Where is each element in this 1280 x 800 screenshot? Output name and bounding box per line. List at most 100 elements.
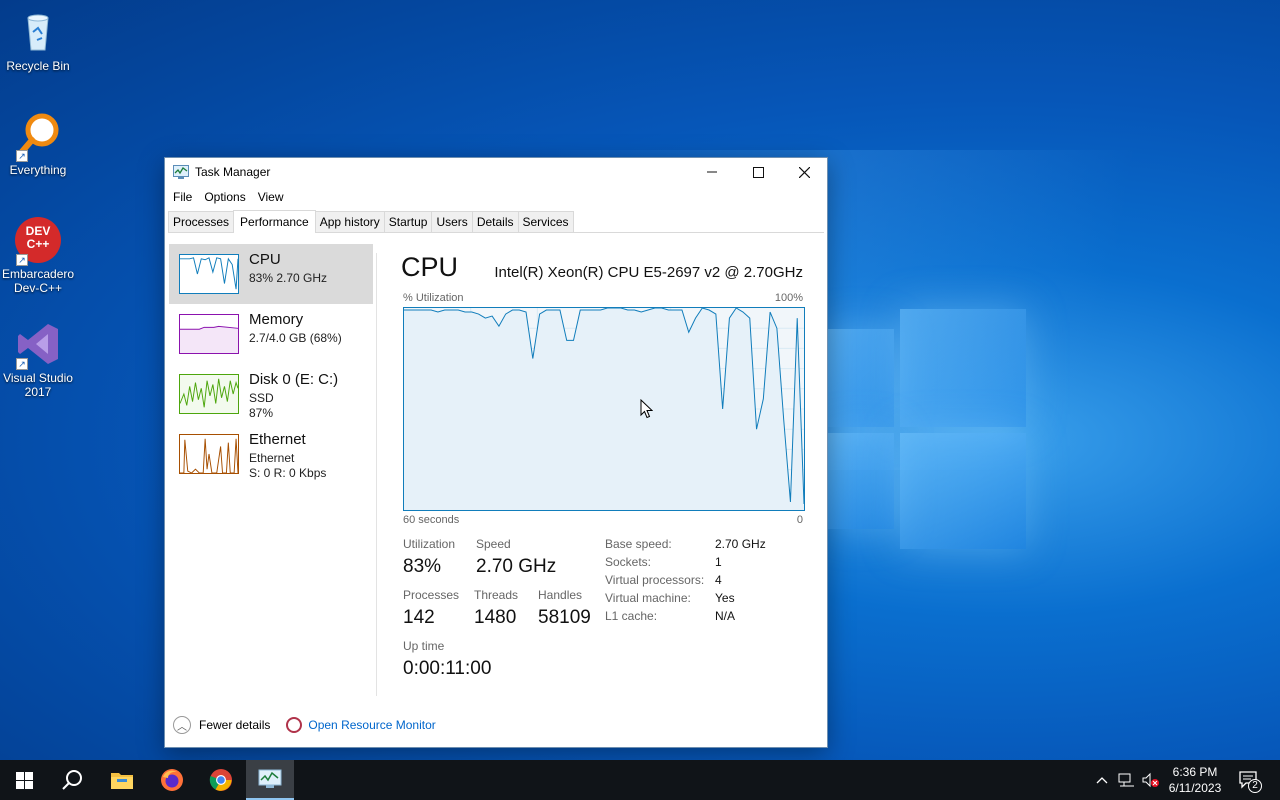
sockets-value: 1: [715, 555, 722, 569]
speed-value: 2.70 GHz: [476, 556, 557, 577]
task-manager-icon: [258, 769, 282, 788]
tab-services[interactable]: Services: [517, 211, 574, 232]
menu-options[interactable]: Options: [200, 190, 249, 204]
virtual-machine-value: Yes: [715, 591, 735, 605]
page-title: CPU: [401, 252, 459, 282]
graph-time-label: 60 seconds: [403, 514, 460, 526]
desktop-icon-label: Embarcadero Dev-C++: [2, 267, 75, 295]
tab-users[interactable]: Users: [431, 211, 473, 232]
desktop-icon-label: Recycle Bin: [6, 59, 70, 73]
memory-thumbnail-graph: [179, 314, 239, 354]
close-button[interactable]: [781, 158, 827, 186]
sidebar-item-detail: 87%: [249, 406, 274, 420]
sidebar-item-ethernet[interactable]: Ethernet Ethernet S: 0 R: 0 Kbps: [169, 424, 373, 484]
sidebar-item-detail: 2.7/4.0 GB (68%): [249, 331, 342, 345]
tab-app-history[interactable]: App history: [314, 211, 385, 232]
chevron-up-icon[interactable]: ︿: [173, 716, 191, 734]
cpu-usage-area: [404, 308, 804, 510]
chevron-up-icon: [1096, 777, 1108, 784]
sidebar-item-title: Ethernet: [249, 431, 306, 448]
resource-monitor-icon: [286, 717, 303, 733]
virtual-processors-label: Virtual processors:: [605, 573, 705, 587]
sidebar-item-cpu[interactable]: CPU 83% 2.70 GHz: [169, 244, 373, 304]
window-title: Task Manager: [195, 165, 271, 179]
taskbar-file-explorer[interactable]: [98, 760, 146, 800]
tab-strip: Processes Performance App history Startu…: [168, 210, 824, 233]
windows-start-icon: [15, 771, 33, 789]
shortcut-arrow-icon: ↗: [16, 358, 28, 370]
processes-label: Processes: [403, 588, 460, 602]
devcpp-icon: DEV C++ ↗: [14, 216, 62, 266]
tab-performance[interactable]: Performance: [233, 210, 316, 233]
search-button[interactable]: [48, 760, 96, 800]
network-tray-button[interactable]: [1116, 760, 1138, 800]
visual-studio-icon: ↗: [14, 320, 62, 370]
taskbar-chrome[interactable]: [197, 760, 245, 800]
desktop-icon-everything[interactable]: ↗ Everything: [2, 112, 74, 177]
sidebar-item-disk[interactable]: Disk 0 (E: C:) SSD 87%: [169, 364, 373, 424]
mouse-cursor-icon: [640, 399, 653, 419]
sidebar-item-memory[interactable]: Memory 2.7/4.0 GB (68%): [169, 304, 373, 364]
desktop-icon-devcpp[interactable]: DEV C++ ↗ Embarcadero Dev-C++: [2, 216, 74, 295]
desktop-icon-visual-studio[interactable]: ↗ Visual Studio 2017: [2, 320, 74, 399]
chrome-icon: [209, 769, 232, 791]
tab-processes[interactable]: Processes: [168, 211, 235, 232]
file-explorer-icon: [111, 773, 133, 789]
taskbar: 6:36 PM 6/11/2023 2: [0, 760, 1280, 800]
search-icon: [62, 770, 82, 790]
volume-muted-icon: [1142, 772, 1159, 788]
window-footer: ︿ Fewer details Open Resource Monitor: [173, 715, 436, 735]
tab-details[interactable]: Details: [471, 211, 519, 232]
graph-max-label: 100%: [774, 292, 803, 304]
handles-label: Handles: [538, 588, 583, 602]
shortcut-arrow-icon: ↗: [16, 150, 28, 162]
desktop-icon-label: Visual Studio 2017: [3, 371, 73, 399]
uptime-label: Up time: [403, 639, 445, 653]
ethernet-thumbnail-graph: [179, 434, 239, 474]
show-hidden-icons-button[interactable]: [1092, 760, 1112, 800]
everything-search-icon: ↗: [14, 112, 62, 162]
menu-view[interactable]: View: [254, 190, 288, 204]
start-button[interactable]: [0, 760, 48, 800]
task-manager-window: Task Manager File Options View Processes…: [164, 157, 828, 748]
handles-value: 58109: [538, 607, 591, 628]
cpu-thumbnail-graph: [179, 254, 239, 294]
l1-cache-label: L1 cache:: [605, 609, 658, 623]
notification-count: 2: [1248, 779, 1262, 793]
clock-time: 6:36 PM: [1172, 765, 1218, 779]
devcpp-badge-text: DEV C++: [25, 224, 51, 251]
taskbar-firefox[interactable]: [148, 760, 196, 800]
recycle-bin-icon: [14, 8, 62, 56]
sockets-label: Sockets:: [605, 555, 652, 569]
open-resource-monitor-link[interactable]: Open Resource Monitor: [308, 718, 435, 732]
desktop-icon-label: Everything: [9, 163, 67, 177]
menu-file[interactable]: File: [169, 190, 196, 204]
utilization-label: Utilization: [403, 537, 456, 551]
taskbar-clock[interactable]: 6:36 PM 6/11/2023: [1164, 764, 1226, 796]
base-speed-value: 2.70 GHz: [715, 537, 766, 551]
base-speed-label: Base speed:: [605, 537, 672, 551]
fewer-details-button[interactable]: Fewer details: [199, 718, 270, 732]
task-manager-icon: [173, 165, 189, 179]
disk-thumbnail-graph: [179, 374, 239, 414]
graph-time-end-label: 0: [796, 514, 803, 526]
maximize-button[interactable]: [735, 158, 781, 186]
sidebar-item-detail: Ethernet: [249, 451, 295, 465]
title-bar[interactable]: Task Manager: [165, 158, 827, 186]
performance-sidebar: CPU 83% 2.70 GHz Memory 2.7/4.0 GB (68%)…: [169, 244, 373, 484]
minimize-button[interactable]: [689, 158, 735, 186]
virtual-processors-value: 4: [715, 573, 722, 587]
shortcut-arrow-icon: ↗: [16, 254, 28, 266]
desktop-icon-recycle-bin[interactable]: Recycle Bin: [2, 8, 74, 73]
action-center-button[interactable]: 2: [1234, 760, 1264, 800]
tab-startup[interactable]: Startup: [383, 211, 433, 232]
sidebar-item-detail: S: 0 R: 0 Kbps: [249, 466, 327, 480]
cpu-model-name: Intel(R) Xeon(R) CPU E5-2697 v2 @ 2.70GH…: [494, 264, 803, 281]
taskbar-task-manager[interactable]: [246, 760, 294, 800]
virtual-machine-label: Virtual machine:: [605, 591, 691, 605]
volume-tray-button[interactable]: [1140, 760, 1162, 800]
sidebar-item-title: Disk 0 (E: C:): [249, 371, 339, 388]
uptime-value: 0:00:11:00: [403, 658, 492, 679]
sidebar-item-title: CPU: [249, 251, 281, 268]
minimize-icon: [707, 171, 717, 173]
